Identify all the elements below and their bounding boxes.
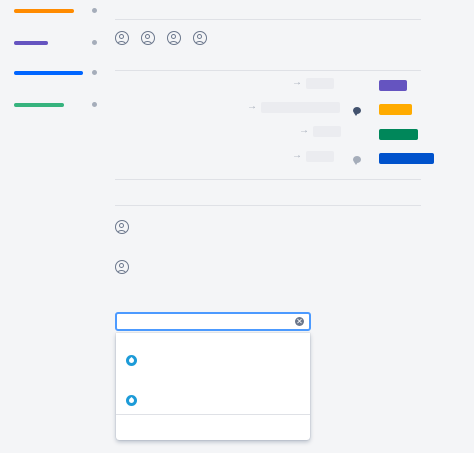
- dot-icon: [92, 8, 97, 13]
- transition-name-placeholder: [313, 126, 341, 137]
- divider: [115, 205, 421, 206]
- arrow-right-icon: →: [299, 125, 309, 136]
- person-icon[interactable]: [115, 260, 129, 274]
- status-lozenge[interactable]: [379, 104, 412, 115]
- comment-icon[interactable]: [353, 107, 361, 116]
- sidebar-item-blue[interactable]: [14, 67, 104, 79]
- divider: [115, 19, 421, 20]
- droplet-icon: [126, 355, 137, 366]
- transition-name-placeholder: [306, 78, 334, 89]
- person-icon[interactable]: [167, 31, 181, 45]
- sidebar-item-orange[interactable]: [14, 5, 104, 17]
- status-lozenge[interactable]: [379, 129, 418, 140]
- transition-name-placeholder: [261, 102, 340, 113]
- sidebar-item-green[interactable]: [14, 99, 104, 111]
- color-bar: [14, 71, 83, 75]
- person-icon[interactable]: [193, 31, 207, 45]
- sidebar-item-purple[interactable]: [14, 37, 104, 49]
- dot-icon: [92, 40, 97, 45]
- droplet-icon: [126, 395, 137, 406]
- comment-icon[interactable]: [353, 156, 361, 165]
- person-icon[interactable]: [141, 31, 155, 45]
- picker-input[interactable]: [121, 315, 291, 328]
- arrow-right-icon: →: [292, 150, 302, 161]
- divider: [115, 70, 421, 71]
- status-lozenge[interactable]: [379, 80, 407, 91]
- dot-icon: [92, 102, 97, 107]
- color-bar: [14, 103, 64, 107]
- picker-footer[interactable]: [116, 415, 310, 440]
- arrow-right-icon: →: [292, 77, 302, 88]
- picker-input-box[interactable]: ✕: [115, 312, 311, 331]
- status-lozenge[interactable]: [379, 153, 434, 164]
- divider: [115, 179, 421, 180]
- transition-name-placeholder: [306, 151, 334, 162]
- dot-icon: [92, 70, 97, 75]
- person-icon[interactable]: [115, 31, 129, 45]
- picker-option[interactable]: [116, 341, 310, 381]
- color-bar: [14, 41, 48, 45]
- clear-icon[interactable]: ✕: [295, 317, 304, 326]
- arrow-right-icon: →: [247, 101, 257, 112]
- color-bar: [14, 9, 74, 13]
- picker-menu: [116, 333, 310, 440]
- person-icon[interactable]: [115, 220, 129, 234]
